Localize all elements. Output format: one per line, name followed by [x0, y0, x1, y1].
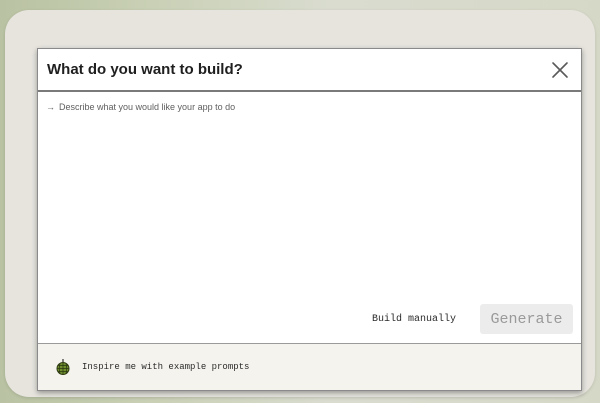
build-dialog: What do you want to build? → Describe wha… [37, 48, 582, 391]
generate-label: Generate [490, 310, 563, 328]
inspire-me-label: Inspire me with example prompts [82, 362, 250, 372]
close-icon [552, 62, 568, 78]
close-button[interactable] [549, 59, 571, 81]
generate-button[interactable]: Generate [480, 304, 573, 334]
screenshot-frame: What do you want to build? → Describe wha… [5, 10, 595, 397]
disco-ball-icon [56, 359, 70, 375]
prompt-input[interactable]: → Describe what you would like your app t… [46, 102, 573, 302]
prompt-placeholder: Describe what you would like your app to… [59, 102, 236, 112]
build-manually-button[interactable]: Build manually [372, 314, 456, 325]
prompt-arrow-icon: → [46, 102, 55, 112]
dialog-header: What do you want to build? [38, 49, 581, 92]
dialog-title: What do you want to build? [47, 61, 243, 78]
inspire-me-button[interactable]: Inspire me with example prompts [38, 343, 581, 390]
